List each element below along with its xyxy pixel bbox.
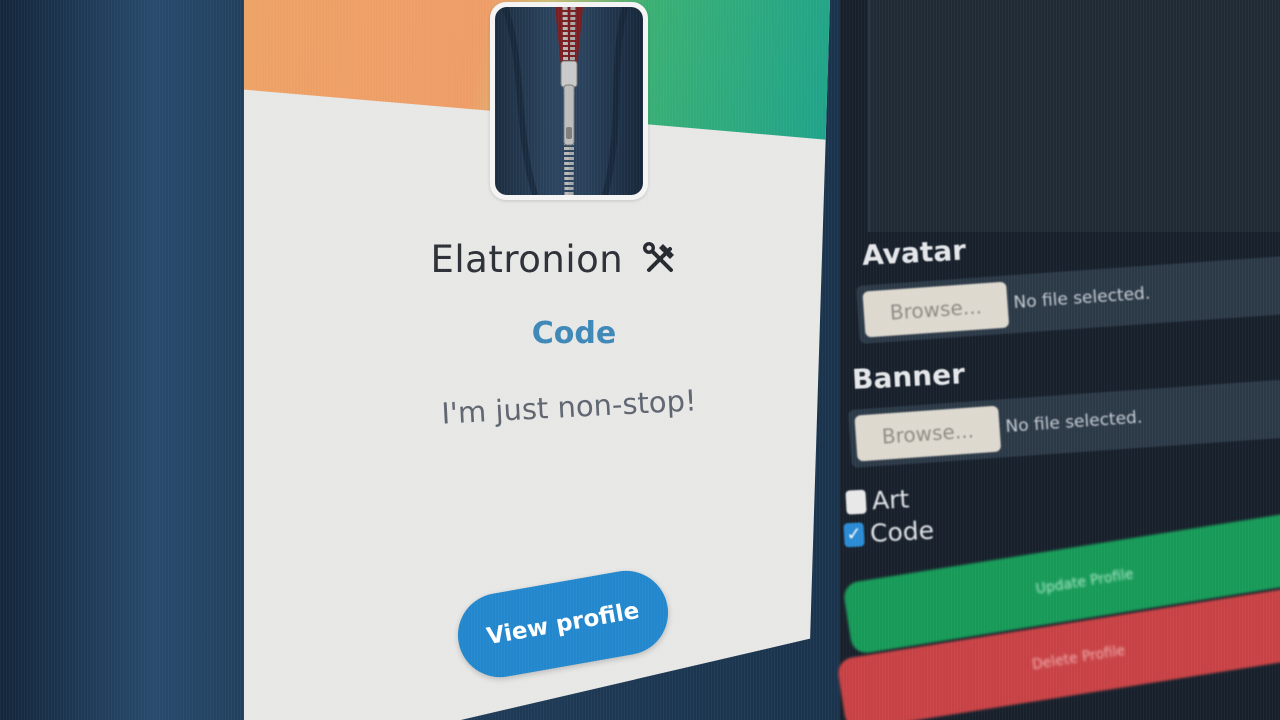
profile-username: Elatronion: [244, 238, 830, 285]
art-checkbox[interactable]: [845, 489, 867, 515]
avatar-file-status: No file selected.: [1012, 283, 1151, 314]
banner-browse-button[interactable]: Browse...: [854, 405, 1002, 462]
profile-bio: I'm just non-stop!: [440, 383, 698, 431]
category-code-option[interactable]: ✓ Code: [843, 515, 935, 550]
avatar-field-label: Avatar: [861, 233, 967, 272]
avatar-browse-button[interactable]: Browse...: [862, 281, 1010, 338]
username-text: Elatronion: [430, 238, 624, 281]
banner-file-status: No file selected.: [1004, 407, 1143, 438]
avatar: [490, 2, 648, 200]
profile-card: Elatronion Code I'm just non-stop! View …: [244, 0, 830, 720]
banner-field-label: Banner: [851, 357, 966, 396]
hammer-wrench-icon: [643, 242, 677, 285]
preview-area: [868, 0, 1280, 232]
code-checkbox-label: Code: [869, 515, 935, 548]
view-profile-button[interactable]: View profile: [451, 564, 675, 684]
code-checkbox[interactable]: ✓: [843, 521, 865, 547]
screen: Elatronion Code I'm just non-stop! View …: [0, 0, 1280, 720]
profile-category: Code: [531, 316, 617, 351]
art-checkbox-label: Art: [871, 484, 910, 516]
category-art-option[interactable]: Art: [845, 484, 910, 516]
zipper-jacket-image: [495, 7, 643, 195]
